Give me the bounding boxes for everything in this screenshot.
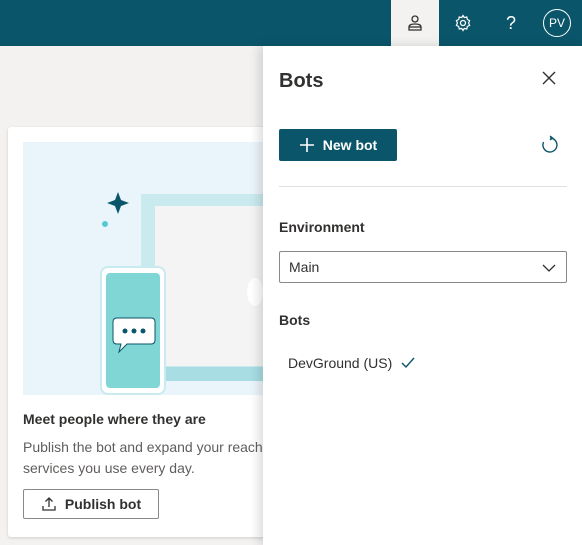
refresh-button[interactable] [539, 134, 561, 156]
checkmark-icon [401, 357, 415, 369]
bot-list-item[interactable]: DevGround (US) [279, 346, 567, 380]
environment-label: Environment [279, 219, 365, 235]
card-description: Publish the bot and expand your reach se… [23, 439, 263, 476]
divider [279, 186, 567, 187]
close-icon [542, 71, 556, 85]
new-bot-button[interactable]: New bot [279, 129, 397, 161]
plus-icon [299, 138, 314, 152]
environment-dropdown[interactable]: Main [279, 251, 567, 283]
publish-bot-button[interactable]: Publish bot [23, 489, 159, 519]
upload-icon [42, 497, 56, 511]
bots-panel: Bots New bot Environment Main Bots DevGr… [263, 46, 582, 545]
close-button[interactable] [539, 68, 559, 88]
bot-name: DevGround (US) [288, 355, 393, 371]
publish-bot-label: Publish bot [64, 496, 142, 512]
new-bot-label: New bot [322, 137, 378, 153]
help-button[interactable]: ? [487, 0, 535, 46]
environment-value: Main [289, 259, 320, 275]
top-bar: ? PV [0, 0, 582, 46]
avatar: PV [543, 9, 571, 37]
bot-person-icon [408, 15, 422, 31]
account-button[interactable]: PV [532, 0, 582, 46]
settings-button[interactable] [439, 0, 487, 46]
chevron-down-icon [542, 264, 556, 272]
help-icon: ? [505, 12, 516, 33]
card-title: Meet people where they are [23, 411, 206, 427]
refresh-icon [542, 135, 558, 153]
panel-title: Bots [279, 70, 324, 92]
bot-person-button[interactable] [391, 0, 439, 46]
gear-icon [455, 14, 471, 32]
bots-section-label: Bots [279, 312, 311, 328]
